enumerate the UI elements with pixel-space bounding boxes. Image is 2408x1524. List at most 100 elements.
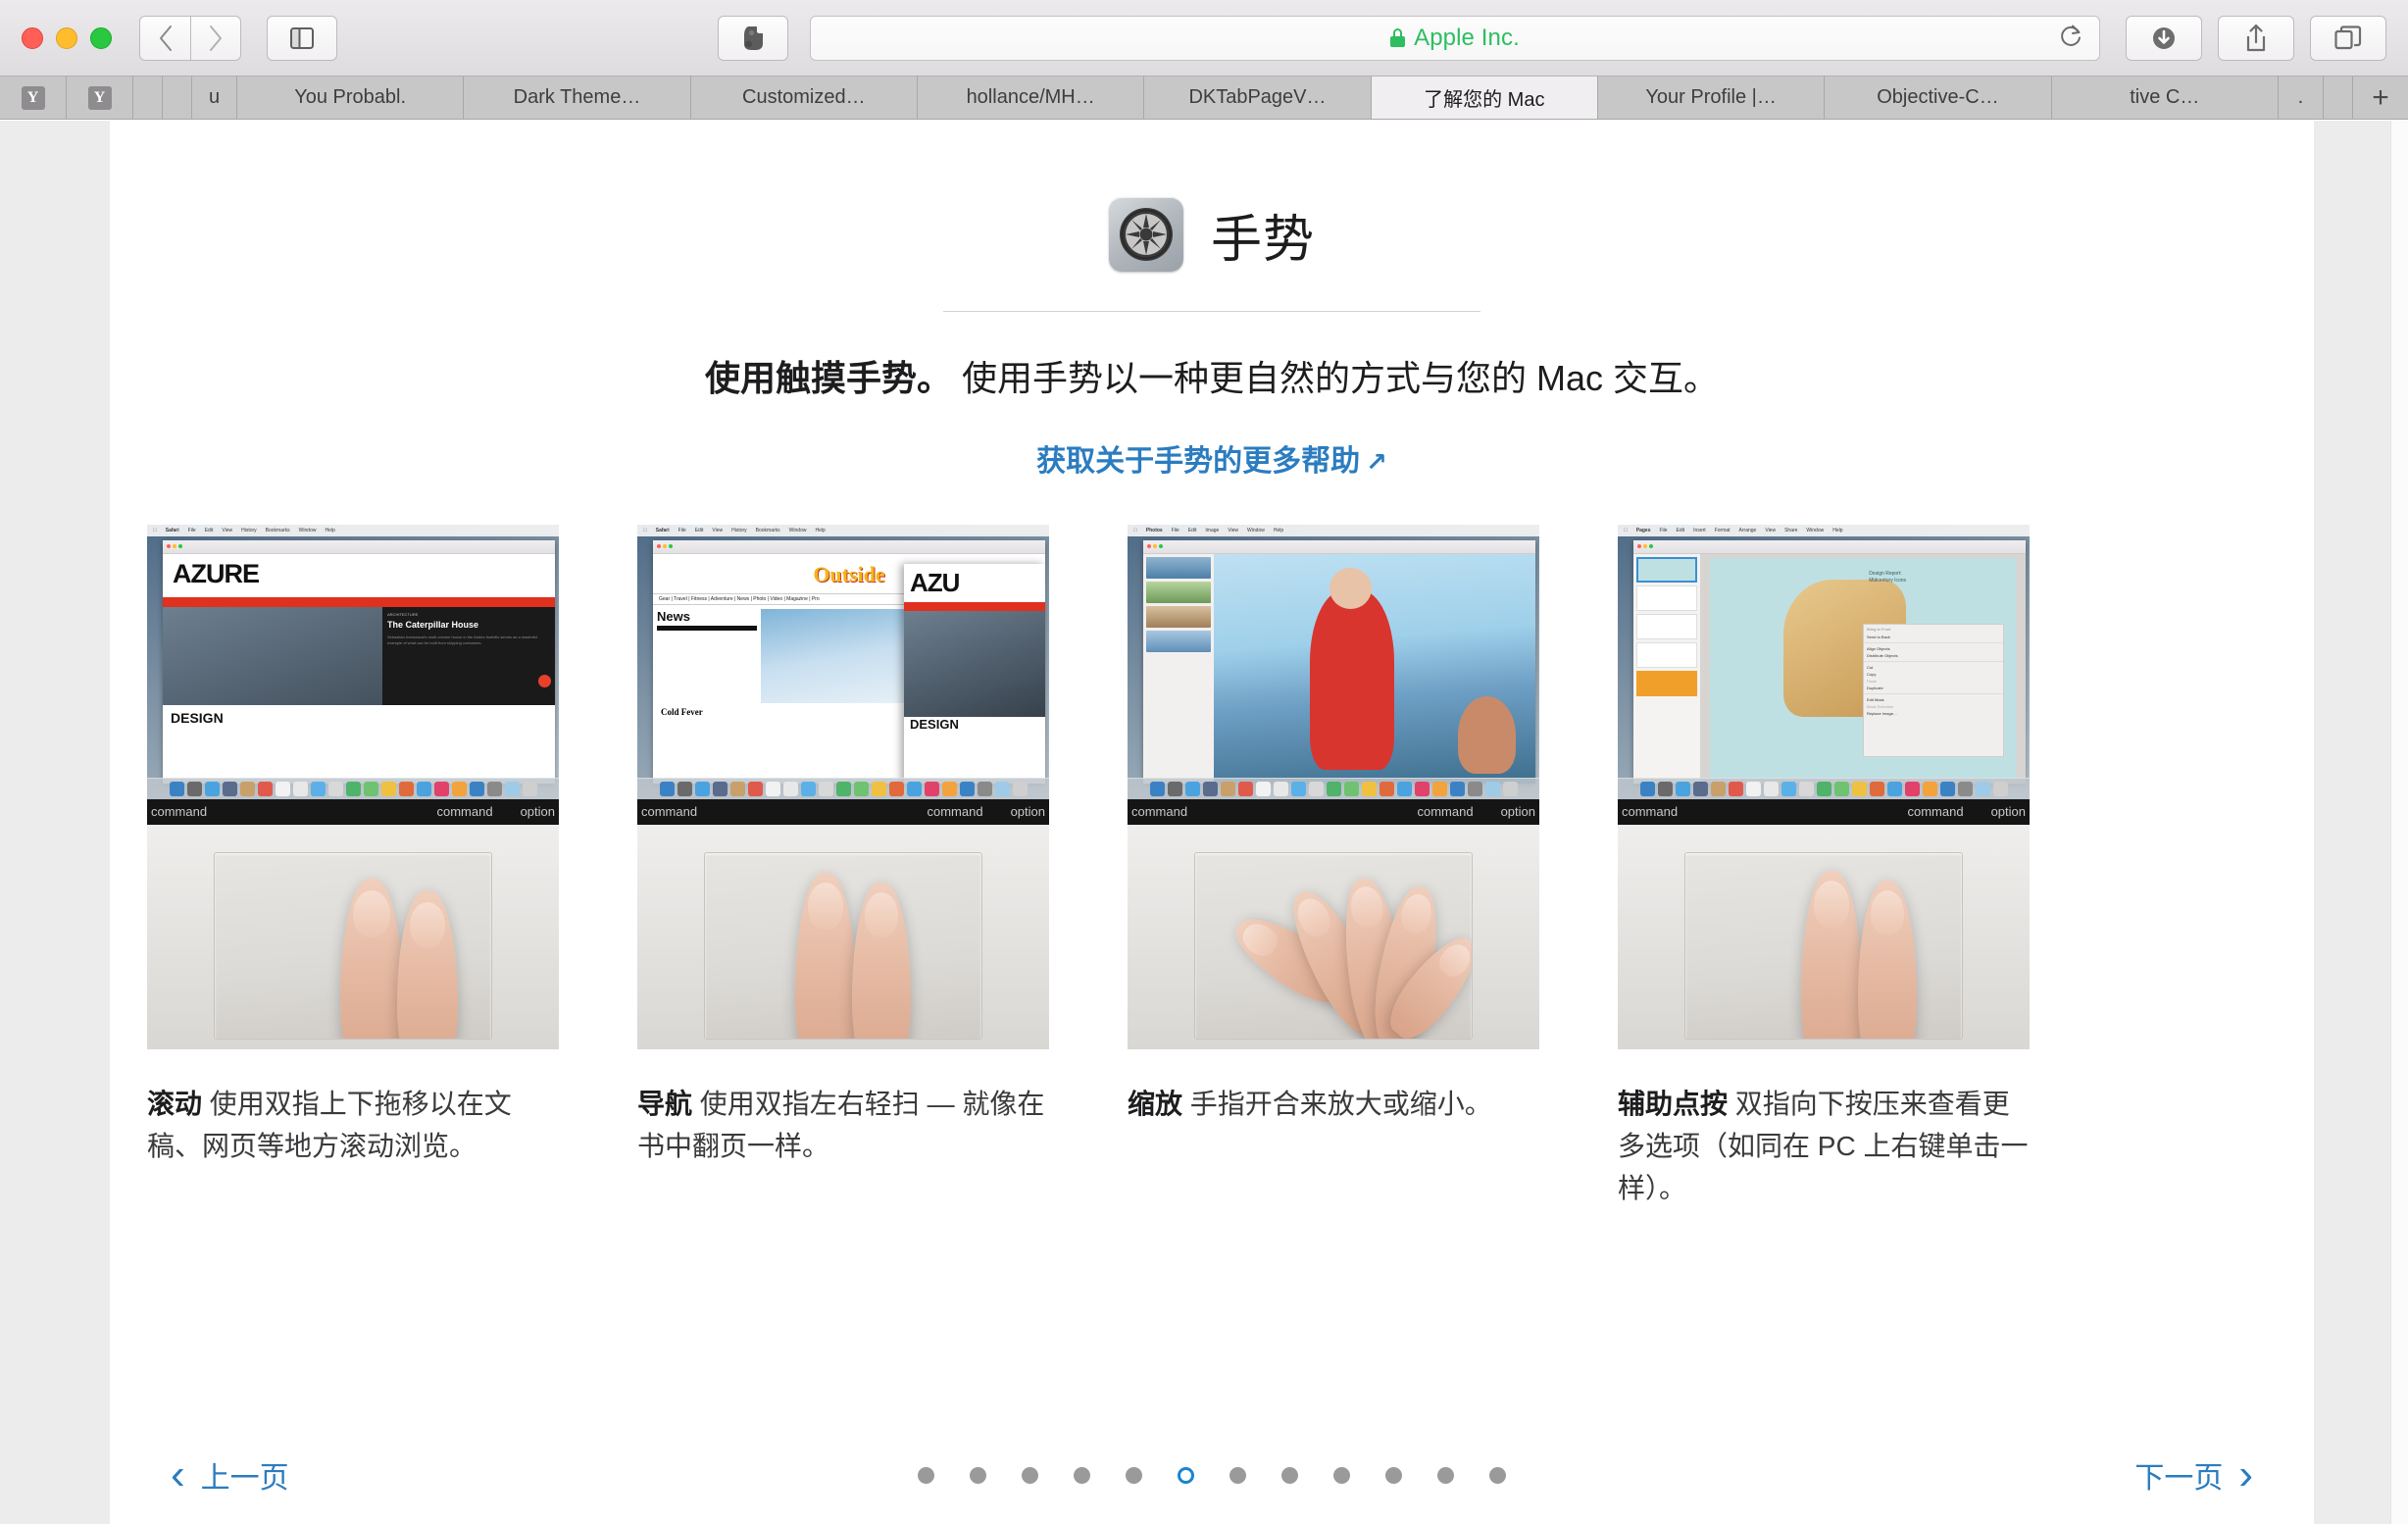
- page-dot-7[interactable]: [1229, 1466, 1246, 1484]
- key-command-left: command: [1131, 804, 1188, 820]
- show-sidebar-button[interactable]: [267, 15, 337, 61]
- address-bar[interactable]: Apple Inc.: [810, 15, 2100, 61]
- menu-bar: SafariFileEditViewHistoryBookmarksWindo…: [147, 524, 559, 536]
- tab-hollance-mh[interactable]: hollance/MH…: [917, 76, 1145, 119]
- key-command-left: command: [1622, 804, 1679, 820]
- reload-icon: [2061, 25, 2081, 46]
- key-option-right: option: [1990, 804, 2026, 820]
- pagination-bar: ‹ 上一页 下一页 ›: [171, 1453, 2253, 1497]
- evernote-clipper-button[interactable]: [718, 15, 788, 61]
- evernote-elephant-icon: [744, 25, 763, 50]
- close-window-button[interactable]: [22, 26, 43, 49]
- page-dot-10[interactable]: [1385, 1466, 1402, 1484]
- trackpad-two-finger-scroll-photo: SafariFileEditViewHistoryBookmarksWindo…: [147, 524, 559, 1049]
- dock: [1618, 777, 2030, 799]
- toolbar-right-buttons: [2126, 15, 2386, 61]
- show-all-tabs-button[interactable]: [2310, 15, 2386, 61]
- key-command-right: command: [1417, 804, 1474, 820]
- mac-screen-zoom: PhotosFileEditImageViewWindowHelp: [1128, 524, 1539, 799]
- tab-dktabpageview[interactable]: DKTabPageV…: [1144, 76, 1372, 119]
- mac-screen-scroll: SafariFileEditViewHistoryBookmarksWindo…: [147, 524, 559, 799]
- gesture-cards: SafariFileEditViewHistoryBookmarksWindo…: [110, 524, 2314, 1210]
- minimize-window-button[interactable]: [56, 26, 77, 49]
- keyboard-modifier-row: command command option: [1618, 798, 2030, 825]
- caption-text: 手指开合来放大或缩小。: [1182, 1088, 1492, 1119]
- menu-bar: PagesFileEditInsertFormatArrangeViewSha…: [1618, 524, 2030, 536]
- caption-title: 辅助点按: [1618, 1088, 1729, 1119]
- previous-page-button[interactable]: ‹ 上一页: [171, 1453, 289, 1497]
- gestures-help-link[interactable]: 获取关于手势的更多帮助 ↗: [110, 436, 2314, 480]
- tab-objective-c[interactable]: Objective-C…: [1825, 76, 2052, 119]
- trackpad: [1194, 851, 1473, 1040]
- macbook-keyboard: command command option: [147, 798, 559, 1049]
- download-arrow-icon: [2153, 26, 2175, 49]
- gesture-caption-navigate: 导航 使用双指左右轻扫 — 就像在书中翻页一样。: [637, 1083, 1049, 1168]
- tab-unlabeled-3[interactable]: [2323, 76, 2353, 119]
- page-dot-3[interactable]: [1022, 1466, 1038, 1484]
- tab-know-your-mac[interactable]: 了解您的 Mac: [1371, 76, 1598, 119]
- macbook-keyboard: command command option: [1618, 798, 2030, 1049]
- chevron-right-icon: [210, 25, 222, 51]
- back-button[interactable]: [139, 15, 190, 61]
- tab-u[interactable]: u: [192, 76, 237, 119]
- tab-unlabeled-2[interactable]: [163, 76, 192, 119]
- dock: [1128, 777, 1539, 799]
- window-titlebar: [653, 539, 1045, 554]
- mac-screen-navigate: SafariFileEditViewHistoryBookmarksWindo…: [637, 524, 1049, 799]
- tab-your-profile[interactable]: Your Profile |…: [1597, 76, 1826, 119]
- address-bar-text: Apple Inc.: [1414, 24, 1520, 51]
- gestures-help-link-label: 获取关于手势的更多帮助: [1036, 444, 1361, 478]
- share-button[interactable]: [2218, 15, 2294, 61]
- new-tab-button[interactable]: +: [2352, 76, 2408, 119]
- menu-bar: PhotosFileEditImageViewWindowHelp: [1128, 524, 1539, 536]
- reload-button[interactable]: [2058, 22, 2083, 54]
- page-dot-5[interactable]: [1126, 1466, 1142, 1484]
- page-dot-8[interactable]: [1281, 1466, 1298, 1484]
- page-right-margin: [2314, 121, 2390, 1524]
- safari-window: Apple Inc. Y Y u You Probabl. Dark Theme…: [0, 0, 2408, 1524]
- header-divider: [943, 311, 1480, 312]
- next-page-button[interactable]: 下一页 ›: [2134, 1453, 2253, 1497]
- page-subtitle-bold: 使用触摸手势。: [704, 358, 952, 398]
- sidebar-icon: [290, 26, 314, 49]
- downloads-button[interactable]: [2126, 15, 2202, 61]
- page-dot-1[interactable]: [918, 1466, 934, 1484]
- tab-ycombinator-2[interactable]: Y: [67, 76, 133, 119]
- vertical-scrollbar[interactable]: [2390, 121, 2408, 1524]
- gesture-caption-zoom: 缩放 手指开合来放大或缩小。: [1128, 1083, 1539, 1125]
- page-dot-4[interactable]: [1074, 1466, 1090, 1484]
- page-dot-6-current[interactable]: [1178, 1466, 1194, 1484]
- caption-title: 缩放: [1128, 1088, 1183, 1119]
- page-left-margin: [0, 121, 110, 1524]
- pages-window-thumb: Design Report: Midcentury Icons Bring to …: [1633, 539, 2026, 784]
- tab-customized[interactable]: Customized…: [690, 76, 918, 119]
- trackpad: [1684, 851, 1963, 1040]
- key-command-right: command: [927, 804, 983, 820]
- gesture-caption-secondary-click: 辅助点按 双指向下按压来查看更多选项（如同在 PC 上右键单击一样）。: [1618, 1083, 2030, 1210]
- photos-window-thumb: [1143, 539, 1535, 784]
- tab-tive-c[interactable]: tive C…: [2051, 76, 2279, 119]
- tab-dot[interactable]: .: [2278, 76, 2324, 119]
- page-dot-9[interactable]: [1333, 1466, 1350, 1484]
- ycombinator-favicon-icon: Y: [21, 85, 45, 110]
- trackpad-two-finger-swipe-photo: SafariFileEditViewHistoryBookmarksWindo…: [637, 524, 1049, 1049]
- page-dot-11[interactable]: [1437, 1466, 1454, 1484]
- page-dot-12[interactable]: [1489, 1466, 1506, 1484]
- caption-title: 导航: [637, 1088, 693, 1119]
- tab-you-probably[interactable]: You Probabl.: [237, 76, 465, 119]
- key-option-right: option: [520, 804, 555, 820]
- key-option-right: option: [1500, 804, 1535, 820]
- page-body: 手势 使用触摸手势。 使用手势以一种更自然的方式与您的 Mac 交互。 获取关于…: [110, 121, 2314, 1524]
- browser-toolbar: Apple Inc.: [0, 0, 2408, 76]
- address-bar-content: Apple Inc.: [1390, 25, 1520, 52]
- tab-unlabeled-1[interactable]: [133, 76, 163, 119]
- page-dots: [289, 1466, 2135, 1484]
- page-dot-2[interactable]: [970, 1466, 986, 1484]
- forward-button[interactable]: [190, 15, 241, 61]
- tab-dark-theme[interactable]: Dark Theme…: [464, 76, 691, 119]
- page-subtitle: 使用触摸手势。 使用手势以一种更自然的方式与您的 Mac 交互。: [110, 355, 2314, 403]
- zoom-window-button[interactable]: [90, 26, 112, 49]
- tab-ycombinator-1[interactable]: Y: [0, 76, 67, 119]
- macbook-keyboard: command command option: [637, 798, 1049, 1049]
- window-titlebar: [1633, 539, 2026, 554]
